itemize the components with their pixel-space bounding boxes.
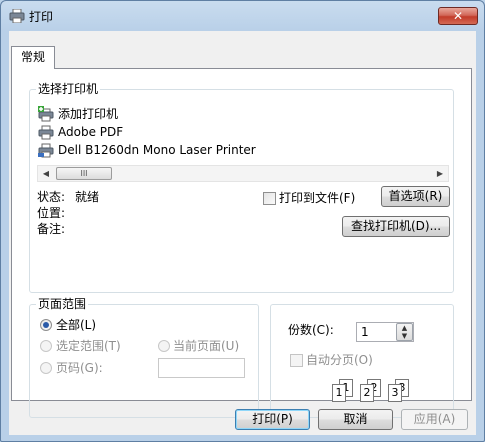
- close-button[interactable]: ✕: [438, 7, 478, 25]
- scroll-thumb[interactable]: III: [56, 167, 112, 180]
- pages-label[interactable]: 页码(G):: [56, 361, 103, 375]
- print-button[interactable]: 打印(P): [235, 409, 310, 430]
- select-printer-legend: 选择打印机: [36, 82, 101, 96]
- selection-radio[interactable]: [40, 340, 52, 352]
- printer-icon: [38, 125, 54, 140]
- all-pages-radio[interactable]: [40, 319, 52, 331]
- find-printer-button[interactable]: 查找打印机(D)...: [342, 216, 450, 237]
- comment-label: 备注:: [37, 222, 66, 236]
- printer-icon: [9, 9, 25, 23]
- collate-page-1-icon: 1 1: [332, 379, 354, 403]
- dialog-body: 常规 选择打印机 添加打印机 Adobe PDF Dell B1260dn Mo…: [9, 31, 476, 435]
- scroll-right-icon[interactable]: ▶: [432, 166, 448, 181]
- tab-general[interactable]: 常规: [11, 46, 55, 69]
- selection-label[interactable]: 选定范围(T): [56, 339, 121, 353]
- collate-label[interactable]: 自动分页(O): [306, 353, 373, 367]
- current-page-label[interactable]: 当前页面(U): [173, 339, 239, 353]
- spin-down-icon[interactable]: ▼: [397, 332, 412, 340]
- copies-label: 份数(C):: [288, 323, 334, 337]
- pages-radio[interactable]: [40, 362, 52, 374]
- page-range-legend: 页面范围: [36, 297, 89, 311]
- title-bar[interactable]: 打印 ✕: [1, 1, 484, 31]
- status-value: 就绪: [75, 190, 100, 204]
- scroll-left-icon[interactable]: ◀: [38, 166, 54, 181]
- print-dialog: 打印 ✕ 常规 选择打印机 添加打印机 Adobe PDF Dell B1260…: [0, 0, 485, 442]
- cancel-button[interactable]: 取消: [318, 409, 393, 430]
- location-label: 位置:: [37, 206, 66, 220]
- status-label: 状态:: [37, 190, 66, 204]
- printer-item-add[interactable]: 添加打印机: [38, 105, 118, 123]
- printer-item-label: Adobe PDF: [58, 125, 124, 139]
- spin-up-icon[interactable]: ▲: [397, 324, 412, 332]
- window-title: 打印: [29, 10, 54, 24]
- page-range-group: 页面范围 全部(L) 选定范围(T) 当前页面(U) 页码(G):: [29, 297, 259, 418]
- collate-page-3-icon: 3 3: [388, 379, 410, 403]
- copies-spinner[interactable]: ▲ ▼: [396, 323, 413, 341]
- collate-page-2-icon: 2 2: [360, 379, 382, 403]
- print-to-file-checkbox[interactable]: [263, 192, 276, 205]
- current-page-radio[interactable]: [158, 340, 170, 352]
- add-printer-icon: [38, 106, 54, 122]
- select-printer-group: 选择打印机 添加打印机 Adobe PDF Dell B1260dn Mono …: [29, 82, 454, 293]
- printer-item-label: 添加打印机: [58, 107, 119, 121]
- general-tab-panel: 选择打印机 添加打印机 Adobe PDF Dell B1260dn Mono …: [11, 68, 472, 418]
- network-printer-icon: [38, 143, 54, 158]
- all-pages-label[interactable]: 全部(L): [56, 318, 96, 332]
- printer-list[interactable]: 添加打印机 Adobe PDF Dell B1260dn Mono Laser …: [38, 100, 438, 160]
- apply-button[interactable]: 应用(A): [401, 409, 468, 430]
- printer-item-label: Dell B1260dn Mono Laser Printer: [58, 143, 256, 157]
- printer-item-adobe-pdf[interactable]: Adobe PDF: [38, 123, 123, 141]
- collate-checkbox[interactable]: [290, 354, 303, 367]
- printer-list-scrollbar[interactable]: ◀ III ▶: [37, 165, 449, 182]
- preferences-button[interactable]: 首选项(R): [381, 186, 450, 207]
- print-to-file-label[interactable]: 打印到文件(F): [279, 191, 355, 205]
- pages-input[interactable]: [158, 358, 245, 378]
- printer-item-dell[interactable]: Dell B1260dn Mono Laser Printer: [38, 141, 256, 159]
